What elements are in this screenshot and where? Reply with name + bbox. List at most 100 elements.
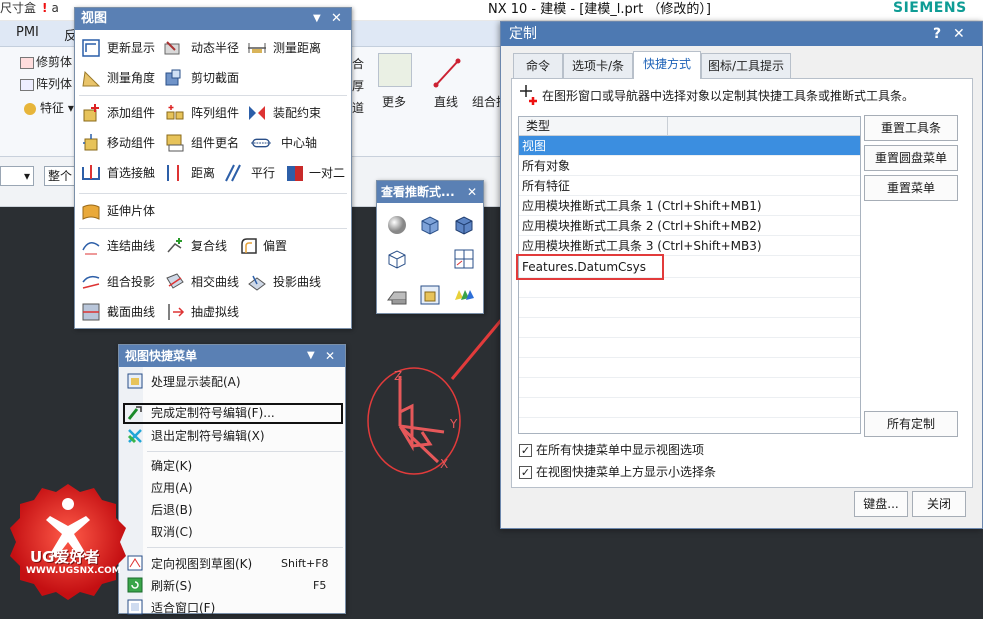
- list-item[interactable]: 应用模块推断式工具条 3 (Ctrl+Shift+MB3): [519, 236, 860, 256]
- display-assembly-icon: [127, 373, 143, 389]
- show-view-options-checkbox[interactable]: ✓: [519, 444, 532, 457]
- menu-item-back[interactable]: 后退(B): [151, 499, 193, 521]
- shaded-edges-cube-icon[interactable]: [453, 214, 475, 236]
- close-button[interactable]: 关闭: [912, 491, 966, 517]
- list-item[interactable]: 应用模块推断式工具条 2 (Ctrl+Shift+MB2): [519, 216, 860, 236]
- menu-item-fit-window[interactable]: 适合窗口(F): [151, 597, 215, 619]
- quick-access-toolbar: 尺寸盒! a: [0, 0, 59, 16]
- distance-button[interactable]: 距离: [191, 162, 215, 184]
- exit-symbol-edit-icon: [127, 429, 142, 444]
- pattern-component-icon: [166, 105, 184, 120]
- list-item[interactable]: 视图: [519, 136, 860, 156]
- tab-pmi[interactable]: PMI: [16, 25, 39, 40]
- pattern-icon: [20, 78, 34, 91]
- composite-line-icon: [167, 238, 182, 253]
- menu-item-display-assembly[interactable]: 处理显示装配(A): [151, 371, 241, 393]
- list-item[interactable]: 所有特征: [519, 176, 860, 196]
- show-selection-bar-checkbox[interactable]: ✓: [519, 466, 532, 479]
- one-to-two-button[interactable]: 一对二: [309, 162, 345, 184]
- reset-radial-menu-button[interactable]: 重置圆盘菜单: [864, 145, 958, 171]
- view-popup-header: 视图快捷菜单 ▼ ✕: [119, 345, 345, 367]
- divider: [147, 451, 343, 452]
- pattern-body-button[interactable]: 阵列体: [20, 75, 72, 92]
- menu-item-exit-symbol-edit[interactable]: 退出定制符号编辑(X): [151, 425, 265, 447]
- menu-item-cancel[interactable]: 取消(C): [151, 521, 193, 543]
- menu-item-finish-symbol-edit[interactable]: 完成定制符号编辑(F)...: [151, 402, 275, 424]
- prefer-touch-button[interactable]: 首选接触: [107, 162, 155, 184]
- dynamic-radius-button[interactable]: 动态半径: [191, 37, 239, 59]
- reset-menu-button[interactable]: 重置菜单: [864, 175, 958, 201]
- help-icon[interactable]: ?: [933, 22, 941, 46]
- feature-button[interactable]: 特征 ▾: [24, 99, 74, 116]
- offset-button[interactable]: 偏置: [263, 235, 287, 257]
- close-icon[interactable]: ✕: [467, 181, 477, 203]
- pattern-component-button[interactable]: 阵列组件: [191, 102, 239, 124]
- customize-dialog: 定制 ? ✕ 命令 选项卡/条 快捷方式 图标/工具提示 在图形窗口或导航器中选…: [500, 21, 983, 529]
- list-item[interactable]: 应用模块推断式工具条 1 (Ctrl+Shift+MB1): [519, 196, 860, 216]
- rename-component-button[interactable]: 组件更名: [191, 132, 239, 154]
- menu-item-orient-to-sketch[interactable]: 定向视图到草图(K): [151, 553, 252, 575]
- clip-section-icon: [165, 69, 181, 86]
- measure-distance-button[interactable]: 测量距离: [273, 37, 321, 59]
- list-item[interactable]: 所有对象: [519, 156, 860, 176]
- close-icon[interactable]: ✕: [325, 345, 335, 367]
- sphere-icon[interactable]: [386, 214, 408, 236]
- line-button[interactable]: 直线: [434, 93, 458, 110]
- more-gallery-icon[interactable]: [378, 53, 412, 87]
- panel-dropdown-icon[interactable]: ▼: [313, 8, 321, 30]
- ribbon-fragment-2: 厚: [352, 79, 365, 93]
- scope-select[interactable]: 整个装: [44, 166, 78, 186]
- type-filter-select[interactable]: ▾: [0, 166, 34, 186]
- measure-angle-icon: [82, 70, 101, 87]
- more-button[interactable]: 更多: [382, 93, 406, 110]
- csys-z-label: Z: [394, 369, 402, 383]
- measure-angle-button[interactable]: 测量角度: [107, 67, 155, 89]
- project-curve-button[interactable]: 投影曲线: [273, 271, 321, 293]
- view-toolbar-panel: 视图 ▼ ✕ 更新显示 动态半径 测量距离 测量角度 剪切截面 添加组件 阵列组…: [74, 7, 352, 329]
- combine-projection-button[interactable]: 组合投影: [107, 271, 155, 293]
- center-axis-button[interactable]: 中心轴: [281, 132, 317, 154]
- menu-item-refresh[interactable]: 刷新(S): [151, 575, 192, 597]
- shortcut-refresh: F5: [313, 579, 327, 592]
- menu-item-apply[interactable]: 应用(A): [151, 477, 193, 499]
- rename-component-icon: [166, 134, 184, 152]
- extend-sheet-button[interactable]: 延伸片体: [107, 200, 155, 222]
- composite-line-button[interactable]: 复合线: [191, 235, 227, 257]
- trim-icon: [20, 56, 34, 69]
- empty-row: [519, 398, 860, 418]
- assembly-constraint-button[interactable]: 装配约束: [273, 102, 321, 124]
- section-curve-button[interactable]: 截面曲线: [107, 301, 155, 323]
- list-header: 类型: [519, 117, 860, 136]
- close-icon[interactable]: ✕: [331, 8, 342, 30]
- refresh-display-button[interactable]: 更新显示: [107, 37, 155, 59]
- edit-section-icon[interactable]: [419, 284, 441, 306]
- background-icon[interactable]: [386, 284, 408, 306]
- close-icon[interactable]: ✕: [953, 22, 965, 46]
- show-selection-bar-label: 在视图快捷菜单上方显示小选择条: [536, 465, 717, 479]
- all-customizations-button[interactable]: 所有定制: [864, 411, 958, 437]
- panel-dropdown-icon[interactable]: ▼: [307, 345, 315, 367]
- menu-item-ok[interactable]: 确定(K): [151, 455, 192, 477]
- tab-icons-tooltips[interactable]: 图标/工具提示: [701, 53, 791, 79]
- tab-commands[interactable]: 命令: [513, 53, 563, 79]
- intersect-curve-button[interactable]: 相交曲线: [191, 271, 239, 293]
- keyboard-button[interactable]: 键盘...: [854, 491, 908, 517]
- tab-tabs-bars[interactable]: 选项卡/条: [563, 53, 633, 79]
- clip-section-button[interactable]: 剪切截面: [191, 67, 239, 89]
- add-component-button[interactable]: 添加组件: [107, 102, 155, 124]
- shaded-cube-icon[interactable]: [419, 214, 441, 236]
- connect-curve-button[interactable]: 连结曲线: [107, 235, 155, 257]
- virtual-line-button[interactable]: 抽虚拟线: [191, 301, 239, 323]
- qat-dimension-label[interactable]: 尺寸盒: [0, 1, 36, 15]
- assembly-constraint-icon: [249, 106, 265, 120]
- qat-item[interactable]: a: [52, 1, 59, 15]
- wireframe-cube-icon[interactable]: [386, 248, 408, 270]
- parallel-button[interactable]: 平行: [251, 162, 275, 184]
- trim-body-button[interactable]: 修剪体: [20, 53, 72, 70]
- connect-curve-icon: [82, 242, 100, 255]
- move-component-button[interactable]: 移动组件: [107, 132, 155, 154]
- reset-toolbar-button[interactable]: 重置工具条: [864, 115, 958, 141]
- customize-dialog-header: 定制 ? ✕: [501, 22, 982, 46]
- tab-shortcuts[interactable]: 快捷方式: [633, 51, 701, 79]
- divider: [147, 547, 343, 548]
